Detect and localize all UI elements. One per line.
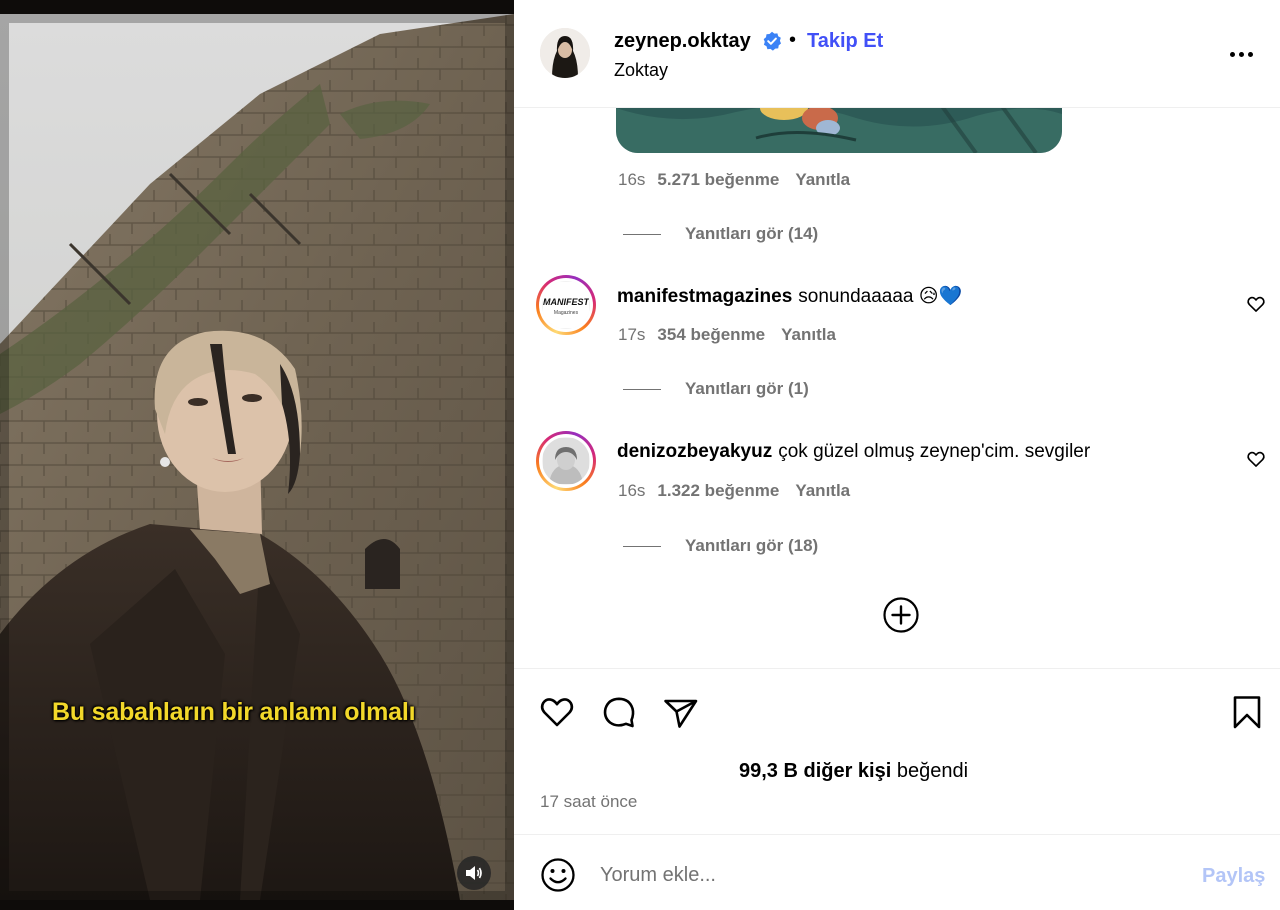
video-letterbox-top [0, 0, 514, 14]
post-actions: 99,3 B diğer kişi beğendi 17 saat önce [514, 668, 1280, 834]
likes-suffix: beğendi [896, 760, 969, 782]
commenter-avatar-image [543, 438, 589, 484]
comment-time[interactable]: 16s [618, 481, 645, 500]
author-avatar-image [540, 28, 590, 78]
likes-count[interactable]: 99,3 B diğer kişi [739, 760, 891, 782]
replies-divider [623, 234, 661, 236]
load-more-comments-icon[interactable] [882, 596, 920, 634]
speaker-icon [466, 866, 482, 880]
view-replies-button[interactable]: Yanıtları gör (1) [623, 379, 809, 399]
share-paper-plane-icon[interactable] [662, 693, 700, 731]
emoji-picker-icon[interactable] [540, 857, 576, 893]
author-avatar[interactable] [540, 28, 590, 78]
comment-sticker-image [616, 108, 1062, 153]
header-separator: • [789, 29, 797, 51]
comment-time[interactable]: 16s [618, 170, 645, 189]
video-letterbox-bottom [0, 900, 514, 910]
comment-likes[interactable]: 1.322 beğenme [657, 481, 779, 500]
comment-body: denizozbeyakyuz çok güzel olmuş zeynep'ci… [617, 441, 1090, 463]
comment-time[interactable]: 17s [618, 325, 645, 344]
replies-divider [623, 389, 661, 391]
post-sidebar: zeynep.okktay • Takip Et Zoktay 16s 5.27… [514, 0, 1280, 910]
post-comment-button[interactable]: Paylaş [1202, 865, 1265, 888]
mute-button[interactable] [457, 856, 491, 890]
reply-button[interactable]: Yanıtla [795, 170, 850, 189]
video-caption: Bu sabahların bir anlamı olmalı [52, 698, 416, 726]
replies-divider [623, 546, 661, 548]
view-replies-button[interactable]: Yanıtları gör (18) [623, 536, 818, 556]
manifest-logo-image: MANIFEST Magazines [543, 282, 589, 328]
video-player[interactable]: Bu sabahların bir anlamı olmalı [0, 0, 514, 910]
comment-bubble-icon[interactable] [600, 693, 638, 731]
author-display-name[interactable]: Zoktay [614, 60, 668, 81]
more-options-icon[interactable] [1230, 44, 1260, 64]
comment-likes[interactable]: 354 beğenme [657, 325, 765, 344]
comment-like-heart-icon[interactable] [1246, 294, 1266, 314]
post-header: zeynep.okktay • Takip Et Zoktay [514, 0, 1280, 108]
avatar-logo-text: MANIFEST [543, 297, 589, 307]
comment-emoji: 😥💙 [918, 286, 963, 307]
comment-meta: 17s 354 beğenme Yanıtla [618, 325, 836, 345]
comment-body: manifestmagazines sonundaaaaa 😥💙 [617, 284, 962, 308]
view-replies-button[interactable]: Yanıtları gör (14) [623, 224, 818, 244]
follow-button[interactable]: Takip Et [807, 30, 883, 53]
view-replies-label: Yanıtları gör (1) [685, 379, 809, 398]
video-frame [0, 14, 514, 900]
commenter-avatar[interactable]: MANIFEST Magazines [536, 275, 596, 335]
comment-meta: 16s 5.271 beğenme Yanıtla [618, 170, 850, 190]
comment-meta: 16s 1.322 beğenme Yanıtla [618, 481, 850, 501]
comment-text: çok güzel olmuş zeynep'cim. sevgiler [778, 441, 1091, 462]
comment-username[interactable]: denizozbeyakyuz [617, 441, 772, 462]
verified-badge-icon [763, 31, 781, 51]
reply-button[interactable]: Yanıtla [795, 481, 850, 500]
save-bookmark-icon[interactable] [1228, 693, 1266, 731]
commenter-avatar[interactable] [536, 431, 596, 491]
reply-button[interactable]: Yanıtla [781, 325, 836, 344]
comment-like-heart-icon[interactable] [1246, 449, 1266, 469]
view-replies-label: Yanıtları gör (18) [685, 536, 819, 555]
author-username[interactable]: zeynep.okktay [614, 30, 751, 53]
comment-composer: Paylaş [514, 834, 1280, 910]
comment-input[interactable] [600, 859, 1160, 891]
comments-list[interactable]: 16s 5.271 beğenme Yanıtla Yanıtları gör (1… [514, 108, 1280, 668]
comment-text: sonundaaaaa [798, 286, 914, 307]
like-heart-icon[interactable] [538, 693, 576, 731]
comment-username[interactable]: manifestmagazines [617, 286, 792, 307]
likes-summary[interactable]: 99,3 B diğer kişi beğendi [739, 760, 968, 783]
post-timestamp[interactable]: 17 saat önce [540, 792, 637, 812]
comment-likes[interactable]: 5.271 beğenme [657, 170, 779, 189]
avatar-logo-subtext: Magazines [554, 310, 579, 316]
view-replies-label: Yanıtları gör (14) [685, 224, 819, 243]
